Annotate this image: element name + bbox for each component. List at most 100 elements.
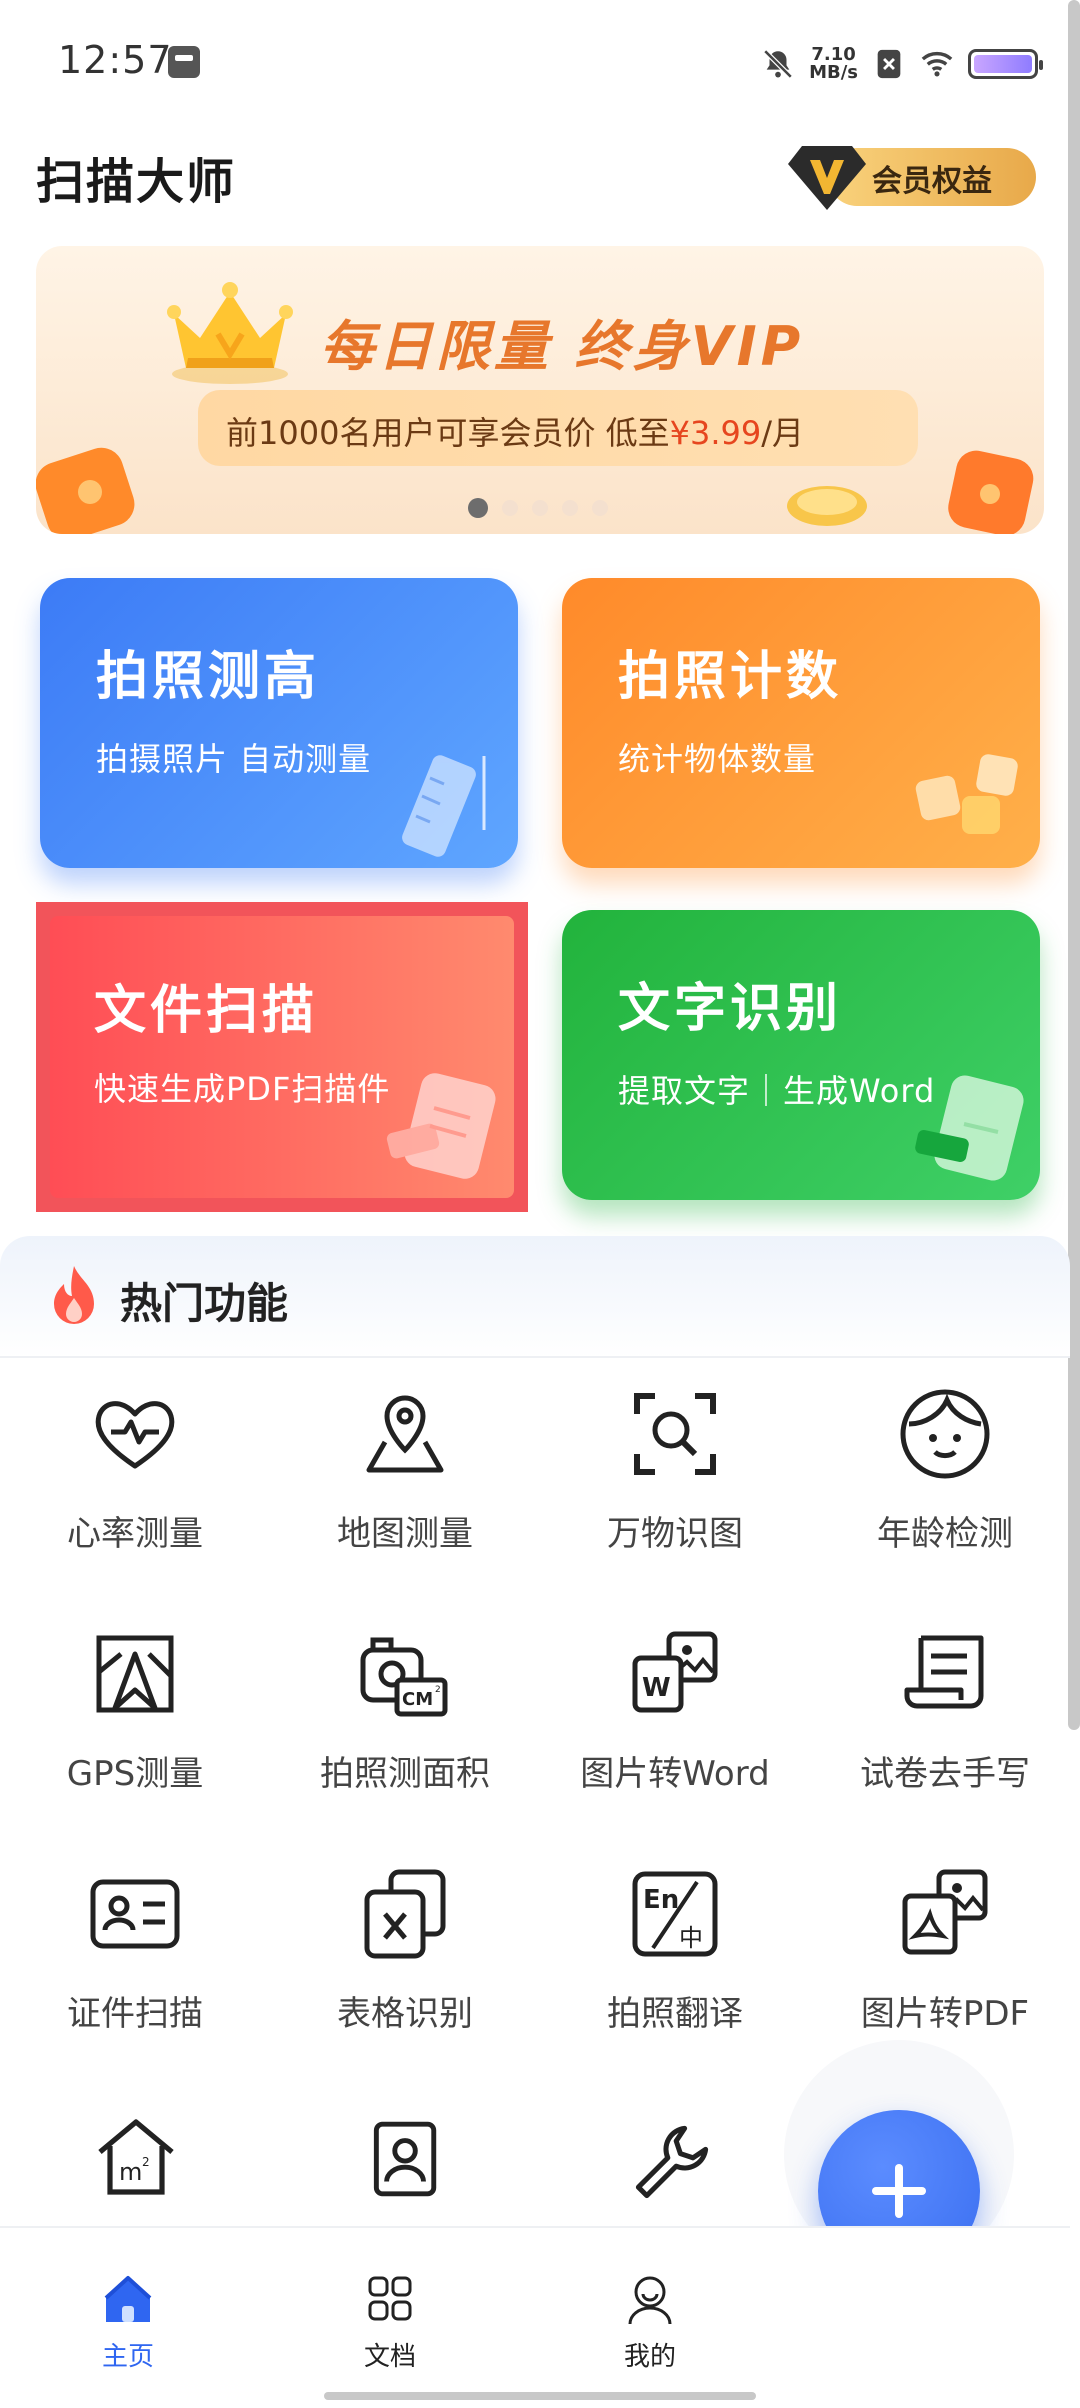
hot-features-header: 热门功能 [0, 1236, 1070, 1358]
banner-offer-suffix: /月 [761, 414, 805, 452]
hot-features-title: 热门功能 [120, 1279, 289, 1328]
spreadsheet-icon [364, 1869, 446, 1959]
house-area-icon[interactable]: m 2 [92, 2112, 180, 2200]
map-pin-icon [366, 1395, 444, 1473]
photo-measure-height-card[interactable]: 拍照测高 拍摄照片 自动测量 [40, 578, 518, 868]
notification-app-icon [168, 46, 200, 78]
status-icons: 7.10 MB/s [761, 42, 1043, 86]
sim-off-icon [877, 49, 901, 79]
card-title: 文件扫描 [94, 981, 319, 1041]
network-speed: 7.10 MB/s [809, 46, 858, 82]
hot-feature-item[interactable]: 表格识别 [270, 1864, 540, 2064]
page: 12:57 7.10 MB/s 扫描大师 会员权益 每日限量 终身VIP 前10… [0, 0, 1080, 2408]
banner-dot[interactable] [502, 500, 518, 516]
banner-offer-pill: 前1000名用户可享会员价 低至¥3.99/月 [198, 390, 918, 466]
image-to-word-icon: W [632, 1631, 718, 1713]
vip-benefits-button[interactable]: 会员权益 [788, 142, 1036, 210]
banner-pagination [468, 498, 608, 518]
pdf-document-icon [386, 1073, 496, 1179]
hot-feature-item[interactable]: CM 2 拍照测面积 [270, 1624, 540, 1824]
file-scan-card-highlight: 文件扫描 快速生成PDF扫描件 [36, 902, 528, 1212]
hot-feature-item[interactable]: 心率测量 [0, 1384, 270, 1584]
image-search-icon [634, 1393, 716, 1475]
banner-dot[interactable] [592, 500, 608, 516]
banner-offer-text: 前1000名用户可享会员价 低至¥3.99/月 [226, 408, 804, 454]
battery-icon [968, 49, 1043, 79]
card-subtitle: 拍摄照片 自动测量 [96, 740, 372, 778]
translate-icon: En中 [632, 1871, 718, 1957]
banner-dot[interactable] [532, 500, 548, 516]
status-bar: 12:57 7.10 MB/s [0, 0, 1080, 130]
nav-item-mine[interactable]: 我的 [580, 2272, 720, 2382]
card-subtitle: 快速生成PDF扫描件 [94, 1070, 391, 1108]
home-icon [104, 2276, 152, 2322]
id-card-icon [90, 1879, 180, 1949]
bottom-nav: 主页 文档 我的 [0, 2226, 1070, 2408]
svg-text:2: 2 [435, 1685, 441, 1695]
camera-area-icon: CM 2 [360, 1637, 448, 1717]
card-title: 拍照计数 [618, 647, 843, 707]
nav-label-mine: 我的 [623, 2342, 676, 2372]
vip-benefits-label: 会员权益 [872, 164, 992, 199]
text-recognition-card[interactable]: 文字识别 提取文字｜生成Word [562, 910, 1040, 1200]
hot-feature-label: 万物识图 [607, 1514, 743, 1554]
face-icon [900, 1389, 990, 1479]
nav-label-home: 主页 [101, 2342, 154, 2372]
heart-rate-icon [95, 1401, 175, 1469]
banner-dot-active[interactable] [468, 498, 488, 518]
hot-feature-label: 地图测量 [337, 1514, 473, 1554]
photo-count-card[interactable]: 拍照计数 统计物体数量 [562, 578, 1040, 868]
fire-icon [54, 1266, 94, 1324]
card-title: 文字识别 [618, 979, 843, 1039]
app-title: 扫描大师 [36, 154, 237, 210]
vip-badge-icon [788, 146, 866, 210]
hot-feature-item[interactable]: En 中拍照翻译 [540, 1864, 810, 2064]
mute-bell-icon [763, 49, 793, 79]
user-icon [628, 2276, 672, 2325]
banner-dot[interactable] [562, 500, 578, 516]
hot-feature-label: 图片转Word [580, 1754, 770, 1794]
wrench-icon[interactable] [630, 2120, 714, 2204]
hot-feature-label: 心率测量 [67, 1514, 203, 1554]
hot-feature-label: 拍照测面积 [320, 1754, 490, 1794]
ruler-icon [402, 755, 486, 857]
coin-icon [787, 486, 867, 526]
crown-icon [167, 282, 293, 384]
hot-feature-item[interactable]: W 图片转Word [540, 1624, 810, 1824]
file-scan-card[interactable]: 文件扫描 快速生成PDF扫描件 [50, 916, 514, 1198]
gift-box-icon [36, 447, 135, 534]
paper-scroll-icon [904, 1635, 984, 1709]
hot-feature-item[interactable]: 地图测量 [270, 1384, 540, 1584]
hot-feature-label: GPS测量 [66, 1754, 204, 1794]
svg-text:CM: CM [402, 1689, 433, 1710]
nav-label-docs: 文档 [363, 2342, 416, 2372]
red-packet-icon [948, 450, 1034, 534]
hot-feature-item[interactable]: 万物识图 [540, 1384, 810, 1584]
svg-text:中: 中 [679, 1924, 703, 1952]
hot-feature-item[interactable]: 图片转PDF [810, 1864, 1080, 2064]
wifi-icon [921, 52, 953, 77]
hot-feature-item[interactable]: 年龄检测 [810, 1384, 1080, 1584]
card-subtitle: 统计物体数量 [618, 740, 817, 778]
banner-offer-price: ¥3.99 [669, 414, 762, 452]
banner-headline: 每日限量 终身VIP [320, 315, 805, 378]
card-title: 拍照测高 [96, 647, 321, 707]
gps-map-icon [96, 1635, 174, 1713]
hot-feature-item[interactable]: 试卷去手写 [810, 1624, 1080, 1824]
plus-icon [872, 2164, 926, 2218]
hot-feature-label: 年龄检测 [877, 1514, 1013, 1554]
home-indicator[interactable] [324, 2392, 756, 2400]
number-blocks-icon [915, 754, 1018, 834]
svg-text:2: 2 [142, 2155, 150, 2169]
card-subtitle: 提取文字｜生成Word [618, 1072, 936, 1110]
divider [0, 1356, 1070, 1358]
hot-feature-item[interactable]: GPS测量 [0, 1624, 270, 1824]
svg-text:W: W [642, 1673, 671, 1703]
nav-item-docs[interactable]: 文档 [320, 2272, 460, 2382]
hot-feature-label: 图片转PDF [860, 1994, 1030, 2034]
nav-item-home[interactable]: 主页 [58, 2272, 198, 2382]
promo-banner[interactable]: 每日限量 终身VIP 前1000名用户可享会员价 低至¥3.99/月 [36, 246, 1044, 534]
hot-feature-label: 试卷去手写 [860, 1754, 1030, 1794]
hot-feature-item[interactable]: 证件扫描 [0, 1864, 270, 2064]
contact-book-icon[interactable] [362, 2118, 444, 2200]
